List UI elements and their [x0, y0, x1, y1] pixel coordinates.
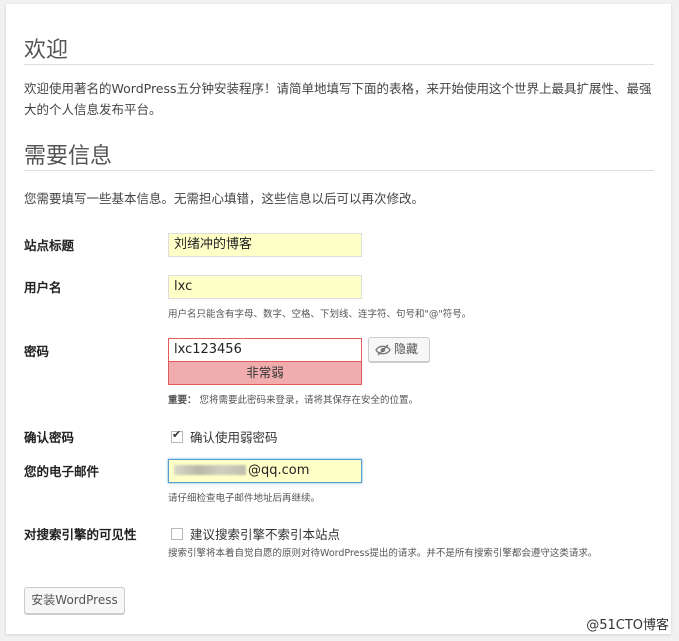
- username-input[interactable]: lxc: [168, 275, 362, 299]
- email-redacted: [174, 465, 246, 475]
- eye-slash-icon: [375, 343, 391, 356]
- password-label: 密码: [24, 344, 50, 359]
- email-label: 您的电子邮件: [24, 464, 100, 479]
- watermark: @51CTO博客: [586, 618, 669, 633]
- search-visibility-hint: 搜索引擎将本着自觉自愿的原则对待WordPress提出的请求。并不是所有搜索引擎…: [168, 548, 598, 559]
- email-input[interactable]: @qq.com: [168, 459, 362, 483]
- hide-password-button[interactable]: 隐藏: [368, 337, 430, 362]
- search-visibility-label: 对搜索引擎的可见性: [24, 527, 137, 542]
- email-domain: @qq.com: [248, 463, 310, 478]
- password-hint-strong: 重要：: [168, 395, 197, 406]
- welcome-text: 欢迎使用著名的WordPress五分钟安装程序！请简单地填写下面的表格，来开始使…: [24, 81, 652, 117]
- password-hint-text: 您将需要此密码来登录，请将其保存在安全的位置。: [199, 395, 419, 406]
- site-title-label: 站点标题: [24, 238, 75, 253]
- divider: [24, 64, 654, 65]
- info-heading: 需要信息: [24, 144, 113, 169]
- password-strength-indicator: 非常弱: [168, 362, 362, 385]
- username-hint: 用户名只能含有字母、数字、空格、下划线、连字符、句号和"@"符号。: [168, 309, 472, 320]
- site-title-input[interactable]: 刘绪冲的博客: [168, 233, 362, 257]
- confirm-weak-password-row[interactable]: 确认使用弱密码: [171, 427, 278, 446]
- install-card: 欢迎 欢迎使用著名的WordPress五分钟安装程序！请简单地填写下面的表格，来…: [6, 4, 671, 634]
- username-label: 用户名: [24, 280, 62, 295]
- welcome-heading: 欢迎: [24, 38, 69, 63]
- install-wordpress-button[interactable]: 安装WordPress: [24, 587, 125, 614]
- email-hint: 请仔细检查电子邮件地址后再继续。: [168, 493, 321, 504]
- discourage-search-checkbox[interactable]: [171, 528, 183, 540]
- password-hint: 重要： 您将需要此密码来登录，请将其保存在安全的位置。: [168, 392, 418, 406]
- confirm-weak-password-checkbox[interactable]: [171, 428, 183, 443]
- password-input[interactable]: lxc123456: [168, 338, 362, 362]
- confirm-weak-password-label: 确认使用弱密码: [190, 430, 278, 445]
- info-text: 您需要填写一些基本信息。无需担心填错，这些信息以后可以再次修改。: [24, 191, 425, 206]
- discourage-search-row[interactable]: 建议搜索引擎不索引本站点: [171, 524, 340, 543]
- hide-password-label: 隐藏: [394, 342, 419, 356]
- discourage-search-label: 建议搜索引擎不索引本站点: [190, 527, 341, 542]
- divider: [24, 170, 654, 171]
- confirm-password-label: 确认密码: [24, 430, 75, 445]
